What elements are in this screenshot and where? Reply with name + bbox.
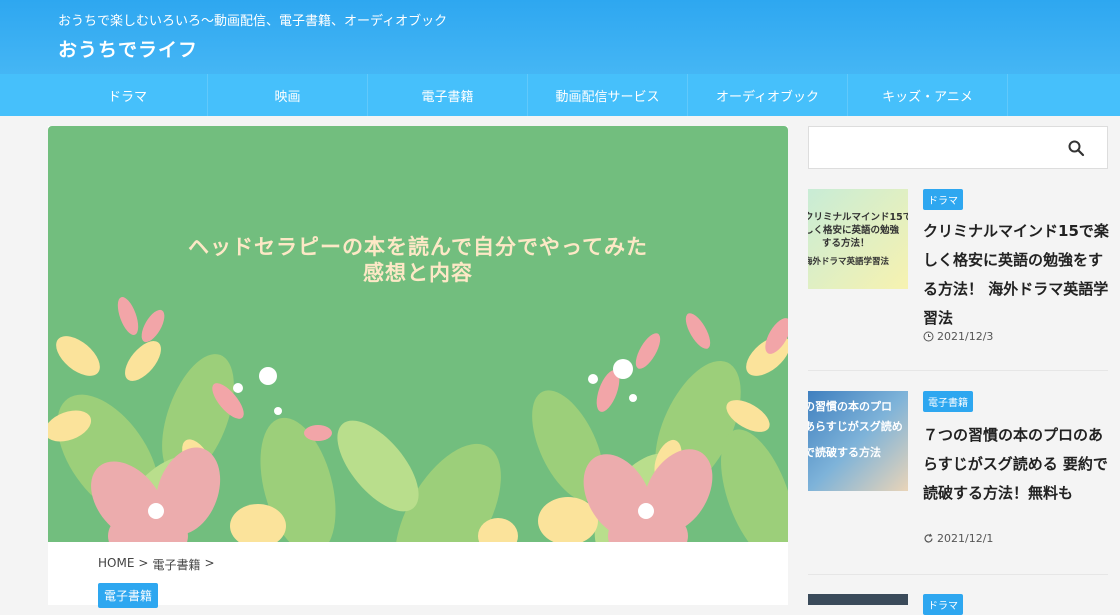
site-header: おうちで楽しむいろいろ〜動画配信、電子書籍、オーディオブック おうちでライフ xyxy=(0,0,1120,74)
nav-item-kids-anime[interactable]: キッズ・アニメ xyxy=(848,74,1008,116)
post-thumbnail[interactable]: クリミナルマインド15で しく格安に英語の勉強 する方法！ 海外ドラマ英語学習法 xyxy=(808,189,908,289)
search-input[interactable] xyxy=(809,127,1059,168)
sidebar-divider xyxy=(808,370,1108,371)
site-title[interactable]: おうちでライフ xyxy=(58,35,198,62)
nav-item-streaming[interactable]: 動画配信サービス xyxy=(528,74,688,116)
thumb-text: 海外ドラマ英語学習法 xyxy=(808,257,890,267)
sidebar-post: の習慣の本のプロ あらすじがスグ読め で読破する方法 電子書籍 ７つの習慣の本の… xyxy=(808,391,1108,561)
post-date: 2021/12/1 xyxy=(923,532,993,545)
post-category-badge[interactable]: ドラマ xyxy=(923,189,963,210)
breadcrumb-separator: > xyxy=(204,556,215,570)
nav-item-drama[interactable]: ドラマ xyxy=(48,74,208,116)
post-thumbnail[interactable]: の習慣の本のプロ あらすじがスグ読め で読破する方法 xyxy=(808,391,908,491)
flower-illustration xyxy=(48,297,788,542)
article-card: ヘッドセラピーの本を読んで自分でやってみた 感想と内容 HOME > 電子書籍 … xyxy=(48,126,788,608)
thumb-text: クリミナルマインド15で xyxy=(808,212,908,223)
nav-item-audiobook[interactable]: オーディオブック xyxy=(688,74,848,116)
search-box xyxy=(808,126,1108,169)
breadcrumb: HOME > 電子書籍 > xyxy=(98,556,215,573)
thumb-text: あらすじがスグ読め xyxy=(808,420,903,433)
sidebar-divider xyxy=(808,574,1108,575)
search-icon[interactable] xyxy=(1067,139,1085,157)
post-thumbnail[interactable] xyxy=(808,594,908,605)
breadcrumb-separator: > xyxy=(138,556,149,570)
post-category-badge[interactable]: 電子書籍 xyxy=(923,391,973,412)
eyecatch-title: ヘッドセラピーの本を読んで自分でやってみた 感想と内容 xyxy=(48,234,788,286)
update-icon xyxy=(924,533,933,543)
post-title[interactable]: ７つの習慣の本のプロのあらすじがスグ読める 要約で読破する方法！無料も xyxy=(923,421,1113,508)
clock-icon xyxy=(923,331,934,342)
nav-item-movie[interactable]: 映画 xyxy=(208,74,368,116)
eyecatch-title-line2: 感想と内容 xyxy=(363,261,473,285)
post-date: 2021/12/3 xyxy=(923,330,993,343)
thumb-text: する方法！ xyxy=(822,238,870,249)
breadcrumb-home[interactable]: HOME xyxy=(98,556,134,573)
breadcrumb-ebook[interactable]: 電子書籍 xyxy=(152,556,200,573)
eyecatch-image: ヘッドセラピーの本を読んで自分でやってみた 感想と内容 xyxy=(48,126,788,542)
post-date-text: 2021/12/1 xyxy=(937,532,994,545)
thumb-text: しく格安に英語の勉強 xyxy=(808,225,900,236)
category-badge[interactable]: 電子書籍 xyxy=(98,583,159,608)
thumb-text: の習慣の本のプロ xyxy=(808,400,892,413)
post-date-text: 2021/12/3 xyxy=(937,330,994,343)
thumb-text: で読破する方法 xyxy=(808,446,881,459)
site-tagline: おうちで楽しむいろいろ〜動画配信、電子書籍、オーディオブック xyxy=(58,14,448,29)
post-title[interactable]: クリミナルマインド15で楽しく格安に英語の勉強をする方法！ 海外ドラマ英語学習法 xyxy=(923,217,1113,333)
eyecatch-title-line1: ヘッドセラピーの本を読んで自分でやってみた xyxy=(188,235,648,259)
global-nav: ドラマ 映画 電子書籍 動画配信サービス オーディオブック キッズ・アニメ xyxy=(0,74,1120,116)
sidebar-post: クリミナルマインド15で しく格安に英語の勉強 する方法！ 海外ドラマ英語学習法… xyxy=(808,189,1109,359)
sidebar-post: ドラマ xyxy=(808,594,1108,615)
nav-item-ebook[interactable]: 電子書籍 xyxy=(368,74,528,116)
